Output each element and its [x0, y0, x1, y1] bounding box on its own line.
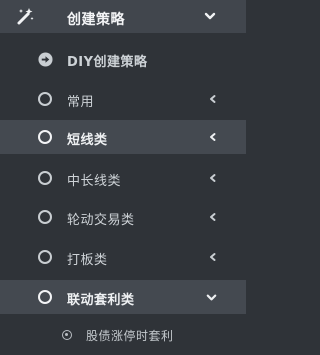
circle-icon — [38, 210, 52, 224]
submenu-item-stock-bond-arbitrage[interactable]: 股债涨停时套利 — [0, 318, 246, 352]
menu-header-label: 创建策略 — [67, 12, 125, 28]
menu-item-short-term[interactable]: 短线类 — [0, 120, 246, 154]
menu-item-label: 打板类 — [67, 253, 108, 268]
strategy-menu: 创建策略 DIY创建策略 常用 短线类 中长线类 轮动交易类 打板类 联动套利类… — [0, 0, 246, 355]
submenu-item-label: 股债涨停时套利 — [86, 329, 174, 343]
circle-icon — [38, 130, 52, 144]
circle-icon — [38, 171, 52, 185]
chevron-left-icon[interactable] — [208, 212, 218, 222]
circle-icon — [38, 250, 52, 264]
chevron-down-icon[interactable] — [203, 9, 217, 23]
circle-icon — [38, 290, 52, 304]
chevron-left-icon[interactable] — [208, 173, 218, 183]
menu-item-rotation-trading[interactable]: 轮动交易类 — [0, 200, 246, 234]
menu-header-create-strategy[interactable]: 创建策略 — [0, 0, 246, 33]
menu-item-label: 短线类 — [67, 133, 108, 148]
menu-item-limit-up-board[interactable]: 打板类 — [0, 240, 246, 274]
menu-item-label: 常用 — [67, 95, 95, 110]
chevron-down-icon[interactable] — [205, 291, 218, 304]
magic-wand-icon — [17, 8, 34, 25]
menu-item-label: 中长线类 — [67, 174, 122, 189]
circle-icon — [38, 92, 52, 106]
menu-item-diy-create-strategy[interactable]: DIY创建策略 — [0, 42, 246, 76]
menu-item-label: 轮动交易类 — [67, 213, 135, 228]
chevron-left-icon[interactable] — [208, 94, 218, 104]
menu-item-label: DIY创建策略 — [67, 55, 148, 70]
menu-item-label: 联动套利类 — [67, 293, 135, 308]
menu-item-common[interactable]: 常用 — [0, 82, 246, 115]
arrow-right-circle-icon — [38, 52, 53, 67]
menu-item-mid-long-term[interactable]: 中长线类 — [0, 161, 246, 195]
dot-circle-icon — [62, 330, 72, 340]
chevron-left-icon[interactable] — [208, 132, 218, 142]
menu-item-linked-arbitrage[interactable]: 联动套利类 — [0, 280, 246, 314]
chevron-left-icon[interactable] — [208, 252, 218, 262]
